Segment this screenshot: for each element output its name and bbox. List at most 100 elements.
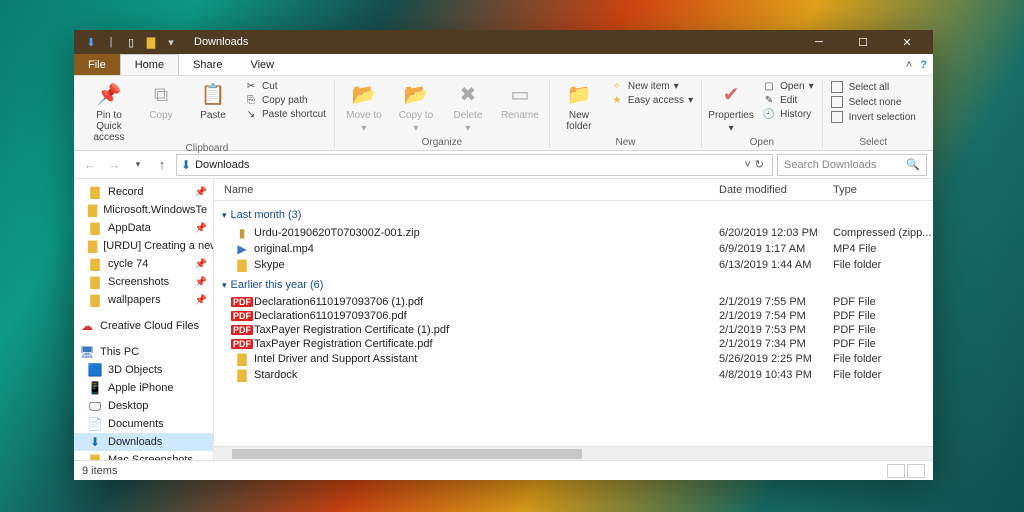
file-icon: PDF [234,339,250,349]
pasteshortcut-icon: ↘ [244,109,258,120]
new-folder-button[interactable]: 📁New folder [556,80,602,132]
close-button[interactable]: ✕ [885,30,929,54]
group-label-new: New [616,137,636,148]
move-to-button[interactable]: 📂Move to ▾ [341,80,387,134]
file-icon: ▮ [234,226,250,240]
file-row[interactable]: PDFTaxPayer Registration Certificate.pdf… [214,337,933,351]
maximize-button[interactable]: ☐ [841,30,885,54]
pin-icon: 📌 [195,295,207,306]
rename-button[interactable]: ▭Rename [497,80,543,121]
ribbon-tabs: File Home Share View ˄ ? [74,54,933,76]
recent-button[interactable]: ▾ [128,155,148,175]
search-input[interactable]: Search Downloads 🔍 [777,154,927,176]
tab-view[interactable]: View [236,54,288,75]
sidebar-item[interactable]: 🖵Desktop [74,397,213,415]
address-dropdown-icon[interactable]: ˅ [744,159,750,171]
file-row[interactable]: ▮Urdu-20190620T070300Z-001.zip6/20/2019 … [214,225,933,241]
file-icon: PDF [234,297,250,307]
sidebar-item[interactable]: 📄Documents [74,415,213,433]
horizontal-scrollbar[interactable] [214,446,933,460]
sidebar-item[interactable]: 📱Apple iPhone [74,379,213,397]
up-button[interactable]: ↑ [152,155,172,175]
tab-share[interactable]: Share [179,54,236,75]
sidebar-item-ccf[interactable]: ☁Creative Cloud Files [74,317,213,335]
paste-shortcut-button[interactable]: ↘Paste shortcut [242,108,328,121]
address-box[interactable]: ⬇ Downloads ˅ ↻ [176,154,773,176]
pin-quick-access-button[interactable]: 📌Pin to Quick access [86,80,132,143]
group-header[interactable]: ▾ Earlier this year (6) [214,273,933,295]
easy-access-button[interactable]: ★Easy access ▾ [608,94,695,107]
sidebar-item[interactable]: ▇AppData📌 [74,219,213,237]
edit-button[interactable]: ✎Edit [760,94,816,107]
delete-button[interactable]: ✖Delete ▾ [445,80,491,134]
titlebar[interactable]: ⬇ | ▯ ▇ ▾ Downloads ─ ☐ ✕ [74,30,933,54]
file-row[interactable]: PDFDeclaration6110197093706.pdf2/1/2019 … [214,309,933,323]
file-row[interactable]: PDFTaxPayer Registration Certificate (1)… [214,323,933,337]
chevron-down-icon: ▾ [222,210,227,221]
file-row[interactable]: PDFDeclaration6110197093706 (1).pdf2/1/2… [214,295,933,309]
file-row[interactable]: ▇Intel Driver and Support Assistant5/26/… [214,351,933,367]
ribbon-collapse-icon[interactable]: ˄ [906,59,912,71]
group-label-open: Open [750,137,774,148]
group-header[interactable]: ▾ Last month (3) [214,203,933,225]
help-icon[interactable]: ? [920,59,927,71]
cloud-icon: ☁ [80,319,94,333]
navigation-pane[interactable]: ▇Record📌▇Microsoft.WindowsTe📌▇AppData📌▇[… [74,179,214,460]
folder-icon: 🖵 [88,399,102,413]
select-none-button[interactable]: Select none [829,95,918,109]
paste-icon: 📋 [200,82,226,108]
newfolder-icon: 📁 [566,82,592,108]
paste-button[interactable]: 📋Paste [190,80,236,121]
copy-path-button[interactable]: ⎘Copy path [242,94,328,107]
open-button[interactable]: ▢Open ▾ [760,80,816,93]
forward-button[interactable]: → [104,155,124,175]
folder-icon: ▇ [88,185,102,199]
folder-icon: ⬇ [88,435,102,449]
copy-to-button[interactable]: 📂Copy to ▾ [393,80,439,134]
file-row[interactable]: ▇Skype6/13/2019 1:44 AMFile folder [214,257,933,273]
address-location: Downloads [195,159,249,171]
cut-button[interactable]: ✂Cut [242,80,328,93]
sidebar-item[interactable]: 🟦3D Objects [74,361,213,379]
history-button[interactable]: 🕘History [760,108,816,121]
status-bar: 9 items [74,460,933,480]
view-large-button[interactable] [907,464,925,478]
properties-button[interactable]: ✔Properties ▾ [708,80,754,134]
folder-icon: ▇ [88,257,102,271]
copyto-icon: 📂 [403,82,429,108]
back-button[interactable]: ← [80,155,100,175]
sidebar-item[interactable]: ▇[URDU] Creating a new c📌 [74,237,213,255]
doc-icon: ▯ [124,35,138,49]
minimize-button[interactable]: ─ [797,30,841,54]
qat-overflow-icon[interactable]: ▾ [164,35,178,49]
new-item-button[interactable]: ✧New item ▾ [608,80,695,93]
scroll-thumb[interactable] [232,449,582,459]
chevron-down-icon: ▾ [222,280,227,291]
tab-home[interactable]: Home [120,54,179,75]
copypath-icon: ⎘ [244,95,258,106]
file-icon: PDF [234,311,250,321]
file-list[interactable]: ▾ Last month (3)▮Urdu-20190620T070300Z-0… [214,201,933,446]
select-all-button[interactable]: Select all [829,80,918,94]
sidebar-item-thispc[interactable]: 🖥This PC [74,343,213,361]
sidebar-item[interactable]: ▇Mac Screenshots [74,451,213,460]
col-name[interactable]: Name [224,184,719,196]
tab-file[interactable]: File [74,54,120,75]
column-headers[interactable]: Name Date modified Type [214,179,933,201]
file-row[interactable]: ▇Stardock4/8/2019 10:43 PMFile folder [214,367,933,383]
col-type[interactable]: Type [833,184,933,196]
sidebar-item[interactable]: ▇Record📌 [74,183,213,201]
folder-icon: 🟦 [88,363,102,377]
copy-button[interactable]: ⧉Copy [138,80,184,121]
sidebar-item[interactable]: ▇Microsoft.WindowsTe📌 [74,201,213,219]
sidebar-item[interactable]: ▇cycle 74📌 [74,255,213,273]
invert-selection-button[interactable]: Invert selection [829,110,918,124]
refresh-icon[interactable]: ↻ [755,158,764,171]
view-details-button[interactable] [887,464,905,478]
file-row[interactable]: ▶original.mp46/9/2019 1:17 AMMP4 File [214,241,933,257]
sidebar-item[interactable]: ⬇Downloads [74,433,213,451]
col-modified[interactable]: Date modified [719,184,833,196]
pin-icon: 📌 [195,277,207,288]
sidebar-item[interactable]: ▇Screenshots📌 [74,273,213,291]
sidebar-item[interactable]: ▇wallpapers📌 [74,291,213,309]
